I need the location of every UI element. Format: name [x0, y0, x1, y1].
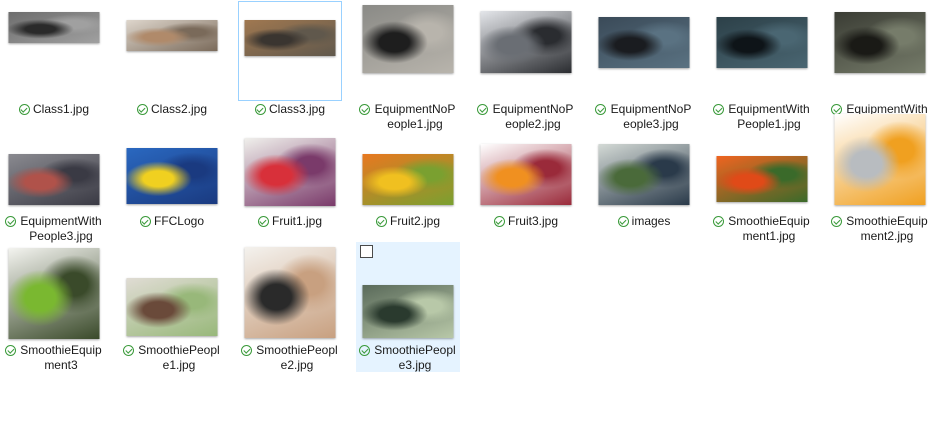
thumbnail-area [239, 2, 341, 102]
thumbnail-area [475, 2, 577, 102]
file-item[interactable]: EquipmentWithPeople2.jpg [828, 1, 932, 131]
file-name: SmoothiePeople3.jpg [374, 343, 456, 372]
file-label: SmoothieEquipment3 [3, 343, 105, 373]
sync-available-check-icon [375, 216, 387, 227]
sync-available-check-icon [617, 216, 629, 227]
thumbnail-area [829, 114, 931, 214]
file-item[interactable]: SmoothiePeople3.jpg [356, 242, 460, 372]
file-item[interactable]: SmoothiePeople1.jpg [120, 242, 224, 372]
file-thumbnail [598, 17, 690, 68]
file-thumbnail [362, 5, 454, 73]
file-label: Fruit2.jpg [357, 214, 459, 229]
file-thumbnail [8, 154, 100, 205]
file-item[interactable]: SmoothiePeople2.jpg [238, 242, 342, 372]
file-name: SmoothiePeople1.jpg [138, 343, 220, 372]
file-thumbnail [362, 285, 454, 338]
file-item[interactable]: EquipmentNoPeople2.jpg [474, 1, 578, 131]
file-thumbnail [598, 144, 690, 205]
sync-available-check-icon [5, 216, 16, 227]
file-label: SmoothiePeople3.jpg [357, 343, 459, 373]
file-label: SmoothieEquipment2.jpg [829, 214, 931, 244]
thumbnail-area [475, 114, 577, 214]
thumbnail-area [121, 2, 223, 102]
file-thumbnail [716, 156, 808, 202]
sync-available-check-icon [493, 216, 505, 227]
file-name: SmoothiePeople2.jpg [256, 343, 338, 372]
thumbnail-area [121, 114, 223, 214]
thumbnail-area [3, 114, 105, 214]
thumbnail-area [711, 2, 813, 102]
file-label: SmoothiePeople2.jpg [239, 343, 341, 373]
sync-available-check-icon [241, 345, 252, 356]
file-thumbnail [244, 138, 336, 206]
file-item[interactable]: EquipmentNoPeople3.jpg [592, 1, 696, 131]
file-name: Fruit3.jpg [507, 214, 559, 228]
file-name: SmoothieEquipment1.jpg [728, 214, 810, 243]
sync-available-check-icon [359, 345, 370, 356]
file-thumbnail [244, 247, 336, 338]
file-name: Fruit1.jpg [271, 214, 323, 228]
file-item[interactable]: EquipmentNoPeople1.jpg [356, 1, 460, 131]
file-label: images [593, 214, 695, 229]
thumbnail-area [829, 2, 931, 102]
sync-available-check-icon [5, 345, 16, 356]
file-label: EquipmentWithPeople3.jpg [3, 214, 105, 244]
file-label: Fruit1.jpg [239, 214, 341, 229]
sync-available-check-icon [713, 216, 724, 227]
file-item[interactable]: FFCLogo [120, 113, 224, 228]
file-thumbnail [362, 154, 454, 205]
file-item[interactable]: Fruit2.jpg [356, 113, 460, 228]
thumbnail-area [593, 114, 695, 214]
file-name: Fruit2.jpg [389, 214, 441, 228]
thumbnail-area [239, 243, 341, 343]
file-thumbnail [480, 11, 572, 73]
thumbnail-area [239, 114, 341, 214]
file-thumbnail [126, 20, 218, 51]
thumbnail-area [357, 243, 459, 343]
thumbnail-area [711, 114, 813, 214]
file-item[interactable]: EquipmentWithPeople1.jpg [710, 1, 814, 131]
file-thumbnail [716, 17, 808, 68]
thumbnail-area [3, 2, 105, 102]
thumbnail-area [3, 243, 105, 343]
file-thumbnail [126, 278, 218, 336]
file-thumbnail [8, 12, 100, 43]
thumbnail-area [593, 2, 695, 102]
thumbnail-area [121, 243, 223, 343]
sync-available-check-icon [257, 216, 269, 227]
file-item[interactable]: Fruit1.jpg [238, 113, 342, 228]
file-name: SmoothieEquipment2.jpg [846, 214, 928, 243]
file-item[interactable]: images [592, 113, 696, 228]
file-label: Fruit3.jpg [475, 214, 577, 229]
file-label: SmoothieEquipment1.jpg [711, 214, 813, 244]
file-thumbnail [244, 20, 336, 56]
file-name: images [631, 214, 671, 228]
sync-available-check-icon [123, 345, 134, 356]
file-label: SmoothiePeople1.jpg [121, 343, 223, 373]
file-thumbnail [834, 12, 926, 73]
file-item[interactable]: SmoothieEquipment3 [2, 242, 106, 372]
file-item[interactable]: Class1.jpg [2, 1, 106, 116]
file-name: EquipmentWithPeople3.jpg [20, 214, 102, 243]
file-name: FFCLogo [153, 214, 205, 228]
file-label: FFCLogo [121, 214, 223, 229]
thumbnail-area [357, 2, 459, 102]
file-item[interactable]: Class2.jpg [120, 1, 224, 116]
file-explorer-large-icons-view: { "files": [ {"name": "Class1.jpg", "col… [0, 0, 934, 448]
file-item[interactable]: Fruit3.jpg [474, 113, 578, 228]
thumbnail-area [357, 114, 459, 214]
file-item[interactable]: SmoothieEquipment1.jpg [710, 113, 814, 243]
file-item[interactable]: EquipmentWithPeople3.jpg [2, 113, 106, 243]
file-item[interactable]: SmoothieEquipment2.jpg [828, 113, 932, 243]
file-thumbnail [834, 114, 926, 205]
file-item[interactable]: Class3.jpg [238, 1, 342, 116]
sync-available-check-icon [831, 216, 842, 227]
file-thumbnail [480, 144, 572, 205]
file-thumbnail [8, 248, 100, 339]
file-thumbnail [126, 148, 218, 204]
sync-available-check-icon [139, 216, 151, 227]
file-name: SmoothieEquipment3 [20, 343, 102, 372]
